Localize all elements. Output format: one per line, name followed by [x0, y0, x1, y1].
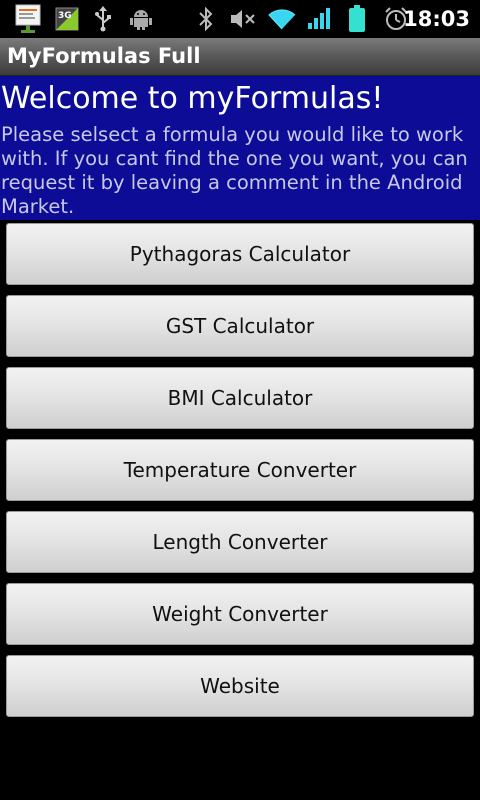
temperature-converter-button[interactable]: Temperature Converter — [6, 439, 474, 501]
welcome-message: Please selsect a formula you would like … — [1, 123, 468, 218]
cell-signal-icon — [306, 0, 334, 38]
android-debug-icon — [128, 0, 154, 38]
notification-icon[interactable] — [12, 0, 44, 38]
length-converter-button[interactable]: Length Converter — [6, 511, 474, 573]
weight-converter-button[interactable]: Weight Converter — [6, 583, 474, 645]
website-button[interactable]: Website — [6, 655, 474, 717]
app-title: MyFormulas Full — [7, 44, 201, 68]
3g-signal-icon: 3G — [54, 0, 80, 38]
wifi-icon — [266, 0, 298, 38]
app-title-bar: MyFormulas Full — [0, 38, 480, 76]
svg-text:3G: 3G — [58, 11, 72, 21]
welcome-heading: Welcome to myFormulas! — [1, 81, 384, 116]
battery-icon — [344, 0, 370, 38]
status-time: 18:03 — [403, 7, 470, 31]
status-bar: 3G 18:03 — [0, 0, 480, 38]
mute-icon — [228, 0, 258, 38]
usb-icon — [92, 0, 114, 38]
pythagoras-calculator-button[interactable]: Pythagoras Calculator — [6, 223, 474, 285]
bluetooth-icon — [196, 0, 216, 38]
bmi-calculator-button[interactable]: BMI Calculator — [6, 367, 474, 429]
welcome-panel: Welcome to myFormulas! Please selsect a … — [0, 76, 480, 220]
gst-calculator-button[interactable]: GST Calculator — [6, 295, 474, 357]
